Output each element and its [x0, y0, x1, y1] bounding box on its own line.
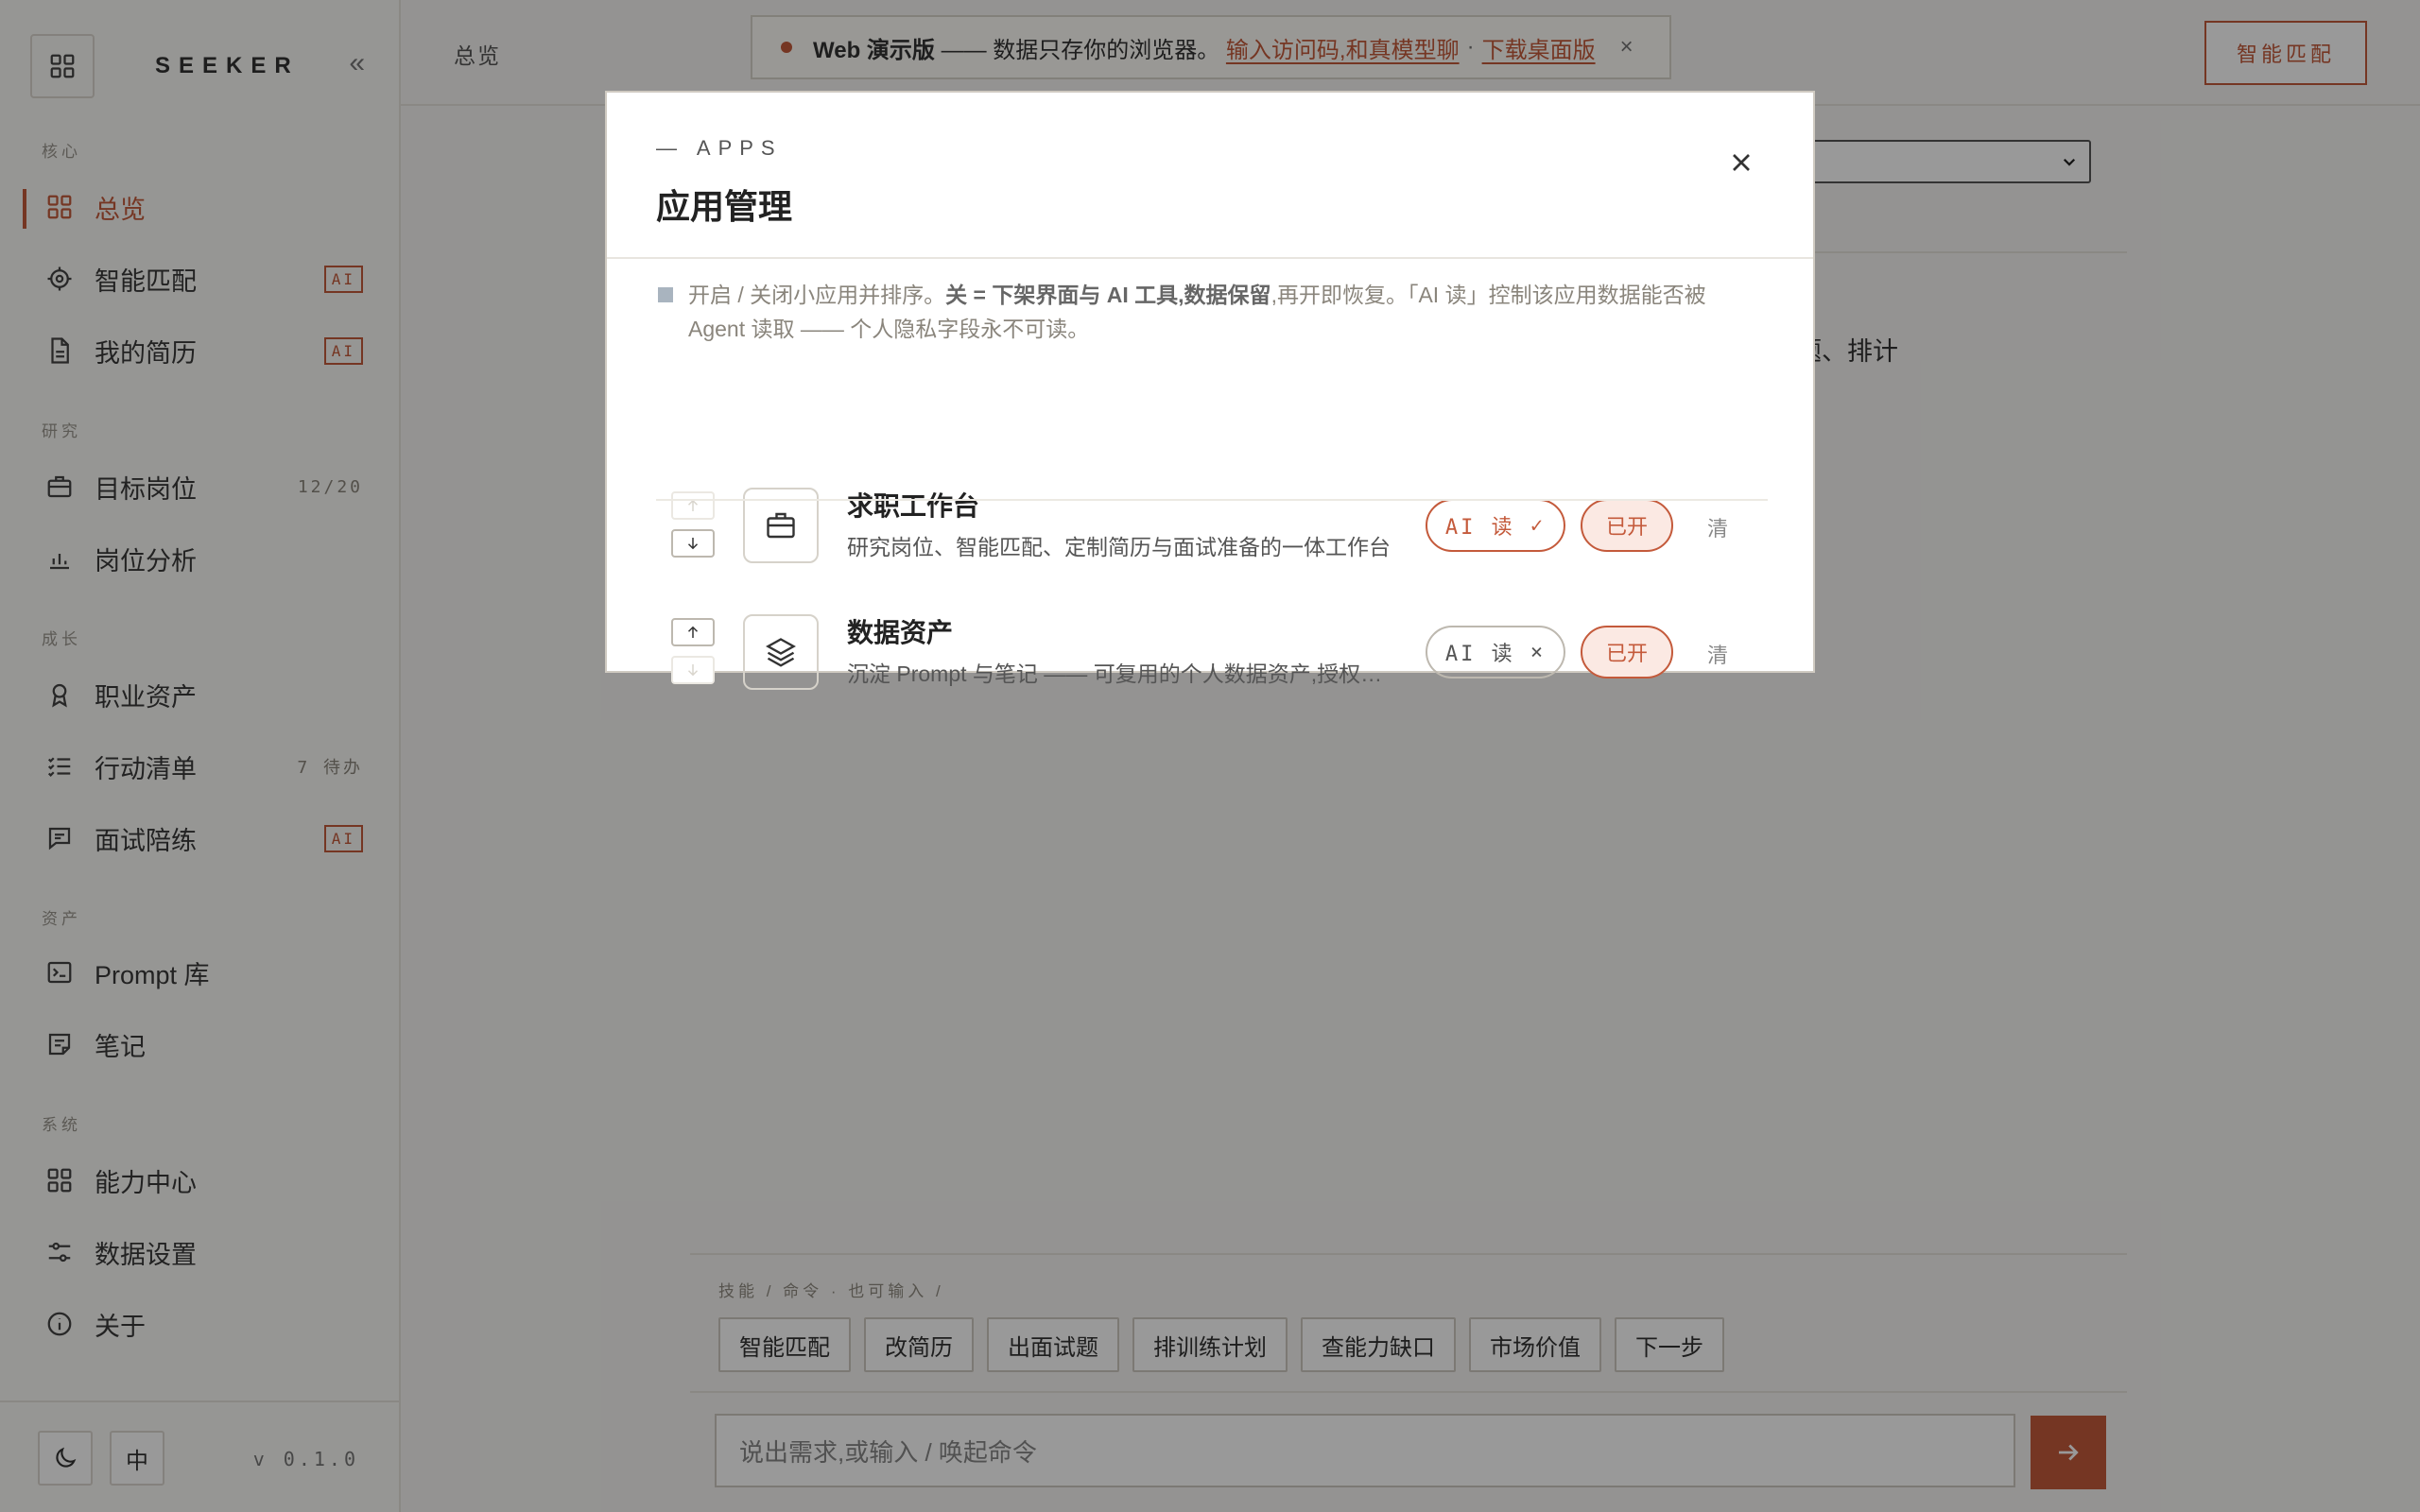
dialog-description: 开启 / 关闭小应用并排序。关 = 下架界面与 AI 工具,数据保留,再开即恢复…	[658, 278, 1764, 346]
arrow-down-icon	[687, 664, 699, 677]
app-description: 沉淀 Prompt 与笔记 —— 可复用的个人数据资产,授权后可被 AI 读取	[847, 662, 1395, 686]
move-up-button[interactable]	[671, 491, 715, 520]
cross-icon: ×	[1530, 640, 1547, 664]
app-row: 数据资产 沉淀 Prompt 与笔记 —— 可复用的个人数据资产,授权后可被 A…	[656, 593, 1768, 716]
close-dialog-button[interactable]	[1726, 147, 1756, 178]
clear-data-button[interactable]: 清	[1707, 639, 1728, 669]
dialog-eyebrow: — APPS	[656, 136, 783, 160]
app-icon	[743, 614, 819, 690]
dialog-title: 应用管理	[656, 187, 793, 226]
app-description: 研究岗位、智能匹配、定制简历与面试准备的一体工作台	[847, 535, 1391, 559]
note-emphasis: 关 = 下架界面与 AI 工具,数据保留	[945, 283, 1271, 307]
close-icon	[1733, 154, 1750, 171]
layers-icon	[766, 638, 796, 667]
enabled-toggle[interactable]: 已开	[1581, 499, 1673, 552]
move-down-button[interactable]	[671, 656, 715, 684]
divider	[607, 257, 1813, 259]
divider	[656, 499, 1768, 501]
arrow-up-icon	[687, 626, 699, 638]
ai-read-toggle[interactable]: AI 读 ×	[1426, 626, 1565, 679]
arrow-down-icon	[687, 538, 699, 550]
clear-data-button[interactable]: 清	[1707, 512, 1728, 542]
note-marker	[658, 287, 673, 302]
ai-read-toggle[interactable]: AI 读 ✓	[1426, 499, 1565, 552]
app-name: 数据资产	[847, 618, 954, 647]
move-down-button[interactable]	[671, 529, 715, 558]
app-name: 求职工作台	[847, 491, 980, 521]
check-icon: ✓	[1530, 513, 1547, 538]
app-management-dialog: — APPS 应用管理 开启 / 关闭小应用并排序。关 = 下架界面与 AI 工…	[605, 91, 1815, 690]
app-row: 求职工作台 研究岗位、智能匹配、定制简历与面试准备的一体工作台 AI 读 ✓ 已…	[656, 467, 1768, 590]
briefcase-icon	[767, 512, 795, 539]
ai-read-label: AI 读	[1444, 516, 1515, 540]
note-text: 开启 / 关闭小应用并排序。	[688, 283, 946, 307]
move-up-button[interactable]	[671, 618, 715, 646]
enabled-toggle[interactable]: 已开	[1581, 626, 1673, 679]
ai-read-label: AI 读	[1444, 643, 1515, 666]
